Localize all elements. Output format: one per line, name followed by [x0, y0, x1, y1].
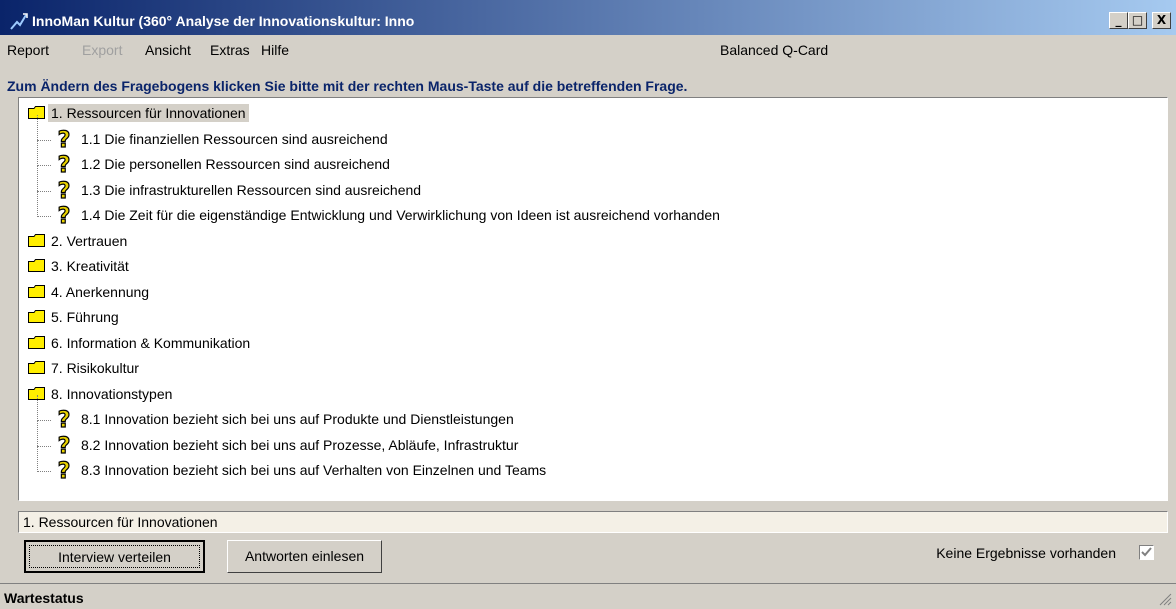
- tree-connector: [37, 165, 51, 166]
- tree-connector: [37, 114, 38, 140]
- svg-text:?: ?: [58, 179, 71, 201]
- folder-icon: [28, 335, 45, 349]
- tree-connector: [37, 445, 51, 447]
- tree-connector: [37, 446, 38, 472]
- svg-text:?: ?: [58, 408, 71, 430]
- svg-text:?: ?: [58, 153, 71, 175]
- antworten-einlesen-label: Antworten einlesen: [244, 548, 365, 564]
- status-text: Wartestatus: [4, 590, 84, 606]
- question-mark-icon: ?: [57, 408, 71, 430]
- menu-bar: Report Export Ansicht Extras Hilfe Balan…: [0, 37, 1176, 61]
- tree-item-label: 6. Information & Kommunikation: [51, 334, 251, 351]
- tree-item-label: 8.1 Innovation bezieht sich bei uns auf …: [81, 411, 514, 427]
- tree-connector: [37, 420, 51, 421]
- selected-path-field: 1. Ressourcen für Innovationen: [18, 511, 1168, 533]
- menu-extras[interactable]: Extras: [210, 42, 250, 58]
- tree-connector: [37, 139, 51, 141]
- question-mark-icon: ?: [57, 434, 71, 456]
- tree-item-label: 8.2 Innovation bezieht sich bei uns auf …: [81, 436, 519, 453]
- tree-connector: [37, 140, 38, 166]
- results-label: Keine Ergebnisse vorhanden: [936, 545, 1116, 561]
- interview-verteilen-button[interactable]: Interview verteilen: [24, 540, 205, 573]
- tree-connector: [37, 471, 51, 472]
- tree-connector: [37, 165, 38, 191]
- focus-rect: [29, 545, 200, 568]
- balanced-q-card-label[interactable]: Balanced Q-Card: [720, 42, 828, 58]
- antworten-einlesen-button[interactable]: Antworten einlesen: [227, 540, 382, 573]
- close-button[interactable]: X: [1152, 12, 1171, 29]
- minimize-button[interactable]: _: [1109, 12, 1128, 29]
- tree-connector: [37, 191, 38, 217]
- svg-text:?: ?: [58, 128, 71, 150]
- app-icon: [10, 13, 28, 30]
- menu-hilfe[interactable]: Hilfe: [261, 42, 289, 58]
- folder-icon: [28, 233, 45, 247]
- folder-icon: [28, 361, 45, 374]
- tree-item-label: 3. Kreativität: [51, 258, 129, 274]
- tree-item-label: 1.3 Die infrastrukturellen Ressourcen si…: [81, 181, 422, 198]
- tree-item-label: 4. Anerkennung: [51, 283, 150, 300]
- menu-report[interactable]: Report: [7, 42, 49, 58]
- instruction-text: Zum Ändern des Fragebogens klicken Sie b…: [7, 78, 688, 94]
- tree-item-label: 1. Ressourcen für Innovationen: [48, 104, 249, 122]
- tree-item-label: 1.4 Die Zeit für die eigenständige Entwi…: [81, 207, 720, 223]
- tree-item-label: 8.3 Innovation bezieht sich bei uns auf …: [81, 462, 547, 478]
- tree-connector: [37, 395, 38, 421]
- menu-export[interactable]: Export: [82, 42, 122, 58]
- status-bar: Wartestatus: [0, 583, 1176, 609]
- window-title: InnoMan Kultur (360° Analyse der Innovat…: [32, 13, 415, 29]
- menu-ansicht[interactable]: Ansicht: [145, 42, 191, 58]
- tree-connector: [37, 190, 51, 192]
- question-mark-icon: ?: [57, 153, 71, 175]
- maximize-button[interactable]: □: [1128, 12, 1147, 29]
- folder-icon: [28, 259, 45, 272]
- question-mark-icon: ?: [57, 459, 71, 481]
- tree-item-label: 2. Vertrauen: [51, 232, 128, 249]
- svg-text:?: ?: [58, 434, 71, 456]
- title-bar[interactable]: InnoMan Kultur (360° Analyse der Innovat…: [0, 0, 1176, 35]
- question-mark-icon: ?: [57, 204, 71, 226]
- results-checkbox[interactable]: [1139, 545, 1154, 560]
- tree-item-label: 1.2 Die personellen Ressourcen sind ausr…: [81, 156, 390, 172]
- folder-icon: [28, 284, 45, 298]
- svg-text:?: ?: [58, 204, 71, 226]
- tree-item-label: 8. Innovationstypen: [51, 385, 173, 402]
- tree-item-label: 7. Risikokultur: [51, 360, 139, 376]
- resize-grip-icon[interactable]: [1158, 592, 1172, 606]
- tree-item-label: 1.1 Die finanziellen Ressourcen sind aus…: [81, 130, 388, 147]
- question-mark-icon: ?: [57, 128, 71, 150]
- folder-icon: [28, 310, 45, 323]
- checkmark-icon: [1141, 547, 1152, 557]
- questionnaire-tree[interactable]: 1. Ressourcen für Innovationen? 1.1 Die f…: [18, 97, 1168, 501]
- tree-connector: [37, 216, 51, 217]
- tree-item-label: 5. Führung: [51, 309, 119, 325]
- svg-text:?: ?: [58, 459, 71, 481]
- question-mark-icon: ?: [57, 179, 71, 201]
- tree-connector: [37, 420, 38, 446]
